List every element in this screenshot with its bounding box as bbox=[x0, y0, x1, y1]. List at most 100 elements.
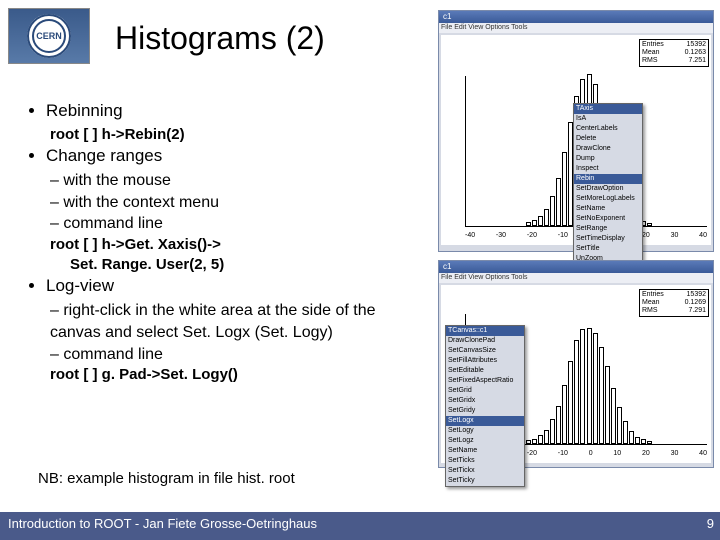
context-menu-item[interactable]: SetRange bbox=[574, 224, 642, 234]
context-menu-header: TAxis bbox=[574, 104, 642, 114]
root-canvas[interactable]: Entries15392 Mean0.1269 RMS7.291 -40-30-… bbox=[441, 285, 711, 463]
bullet-logview: Log-view bbox=[46, 275, 408, 298]
context-menu-item[interactable]: SetName bbox=[574, 204, 642, 214]
tick-label: 20 bbox=[642, 450, 650, 457]
context-menu-item[interactable]: SetEditable bbox=[446, 366, 524, 376]
sub-cmdline-text: command line bbox=[63, 215, 163, 232]
tick-label: -40 bbox=[465, 232, 475, 239]
tick-label: 30 bbox=[671, 232, 679, 239]
context-menu-item[interactable]: SetCanvasSize bbox=[446, 346, 524, 356]
bullet-rebinning: Rebinning bbox=[46, 100, 408, 123]
context-menu-item[interactable]: SetTitle bbox=[574, 244, 642, 254]
context-menu-item[interactable]: Inspect bbox=[574, 164, 642, 174]
tick-label: 30 bbox=[671, 450, 679, 457]
stat-box: Entries15392 Mean0.1263 RMS7.251 bbox=[639, 39, 709, 67]
stat-rms-value: 7.251 bbox=[688, 57, 706, 65]
menubar[interactable]: File Edit View Options Tools bbox=[439, 273, 713, 283]
histogram-bar bbox=[526, 222, 531, 226]
context-menu-item-selected[interactable]: Rebin bbox=[574, 174, 642, 184]
context-menu-item[interactable]: SetFillAttributes bbox=[446, 356, 524, 366]
context-menu-item[interactable]: SetNoExponent bbox=[574, 214, 642, 224]
context-menu-tcanvas[interactable]: TCanvas::c1DrawClonePadSetCanvasSizeSetF… bbox=[445, 325, 525, 487]
context-menu-item[interactable]: Dump bbox=[574, 154, 642, 164]
histogram-bar bbox=[544, 209, 549, 226]
context-menu-item[interactable]: DrawClonePad bbox=[446, 336, 524, 346]
root-window-top: c1 File Edit View Options Tools Entries 1… bbox=[438, 10, 714, 252]
context-menu-item[interactable]: SetFixedAspectRatio bbox=[446, 376, 524, 386]
stat-mean-value: 0.1263 bbox=[685, 49, 706, 57]
root-window-bottom: c1 File Edit View Options Tools Entries1… bbox=[438, 260, 714, 468]
slide-body: Rebinning root [ ] h->Rebin(2) Change ra… bbox=[28, 100, 408, 385]
bullet-change-ranges: Change ranges bbox=[46, 145, 408, 168]
context-menu-item[interactable]: SetDrawOption bbox=[574, 184, 642, 194]
tick-label: 20 bbox=[642, 232, 650, 239]
histogram-bar bbox=[611, 388, 616, 444]
tick-label: 40 bbox=[699, 450, 707, 457]
histogram-bar bbox=[526, 440, 531, 444]
tick-label: -20 bbox=[527, 232, 537, 239]
titlebar[interactable]: c1 bbox=[439, 11, 713, 23]
stat-entries-value: 15392 bbox=[687, 291, 706, 299]
titlebar[interactable]: c1 bbox=[439, 261, 713, 273]
context-menu-header: TCanvas::c1 bbox=[446, 326, 524, 336]
context-menu-item[interactable]: CenterLabels bbox=[574, 124, 642, 134]
stat-mean-label: Mean bbox=[642, 299, 660, 307]
footer-page-number: 9 bbox=[707, 516, 714, 540]
histogram-bar bbox=[532, 220, 537, 226]
tick-label: -10 bbox=[558, 450, 568, 457]
histogram-bar bbox=[562, 385, 567, 444]
context-menu-item-selected[interactable]: SetLogx bbox=[446, 416, 524, 426]
sub-cmdline2-text: command line bbox=[63, 346, 163, 363]
tick-label: 10 bbox=[613, 450, 621, 457]
sub-context-text: with the context menu bbox=[63, 194, 219, 211]
sub-cmdline2: – command line bbox=[50, 344, 408, 366]
stat-entries-label: Entries bbox=[642, 41, 664, 49]
histogram-bar bbox=[556, 178, 561, 226]
tick-label: -20 bbox=[527, 450, 537, 457]
context-menu-item[interactable]: SetGridx bbox=[446, 396, 524, 406]
histogram-bar bbox=[556, 406, 561, 444]
menubar[interactable]: File Edit View Options Tools bbox=[439, 23, 713, 33]
histogram-bar bbox=[629, 431, 634, 444]
note-text: NB: example histogram in file hist. root bbox=[38, 470, 295, 487]
slide-title: Histograms (2) bbox=[115, 20, 325, 57]
context-menu-taxis[interactable]: TAxisIsACenterLabelsDeleteDrawCloneDumpI… bbox=[573, 103, 643, 265]
context-menu-item[interactable]: IsA bbox=[574, 114, 642, 124]
histogram-bar bbox=[538, 435, 543, 444]
histogram-bar bbox=[617, 407, 622, 444]
context-menu-item[interactable]: SetLogy bbox=[446, 426, 524, 436]
histogram-bar bbox=[587, 328, 592, 444]
tick-label: 40 bbox=[699, 232, 707, 239]
context-menu-item[interactable]: SetLogz bbox=[446, 436, 524, 446]
histogram-bar bbox=[593, 333, 598, 444]
stat-mean-value: 0.1269 bbox=[685, 299, 706, 307]
context-menu-item[interactable]: SetName bbox=[446, 446, 524, 456]
context-menu-item[interactable]: SetTicks bbox=[446, 456, 524, 466]
cern-logo: CERN bbox=[8, 8, 90, 64]
context-menu-item[interactable]: SetTicky bbox=[446, 476, 524, 486]
context-menu-item[interactable]: SetTickx bbox=[446, 466, 524, 476]
histogram-bar bbox=[580, 329, 585, 444]
code-setrange: Set. Range. User(2, 5) bbox=[28, 255, 408, 275]
sub-mouse-text: with the mouse bbox=[63, 172, 171, 189]
context-menu-item[interactable]: SetGrid bbox=[446, 386, 524, 396]
histogram-bar bbox=[574, 340, 579, 444]
context-menu-item[interactable]: SetGridy bbox=[446, 406, 524, 416]
cern-logo-text: CERN bbox=[27, 14, 71, 58]
histogram-bar bbox=[641, 439, 646, 444]
stat-box: Entries15392 Mean0.1269 RMS7.291 bbox=[639, 289, 709, 317]
context-menu-item[interactable]: SetTimeDisplay bbox=[574, 234, 642, 244]
tick-label: 0 bbox=[589, 450, 593, 457]
histogram-bar bbox=[550, 196, 555, 226]
root-canvas[interactable]: Entries15392 Mean0.1263 RMS7.251 -40-30-… bbox=[441, 35, 711, 245]
tick-label: -10 bbox=[558, 232, 568, 239]
code-setlogy: root [ ] g. Pad->Set. Logy() bbox=[28, 365, 408, 385]
stat-entries-value: 15392 bbox=[687, 41, 706, 49]
slide-footer: Introduction to ROOT - Jan Fiete Grosse-… bbox=[0, 512, 720, 540]
histogram-bar bbox=[647, 441, 652, 444]
sub-mouse: – with the mouse bbox=[50, 170, 408, 192]
context-menu-item[interactable]: SetMoreLogLabels bbox=[574, 194, 642, 204]
histogram-bar bbox=[538, 216, 543, 226]
context-menu-item[interactable]: DrawClone bbox=[574, 144, 642, 154]
context-menu-item[interactable]: Delete bbox=[574, 134, 642, 144]
